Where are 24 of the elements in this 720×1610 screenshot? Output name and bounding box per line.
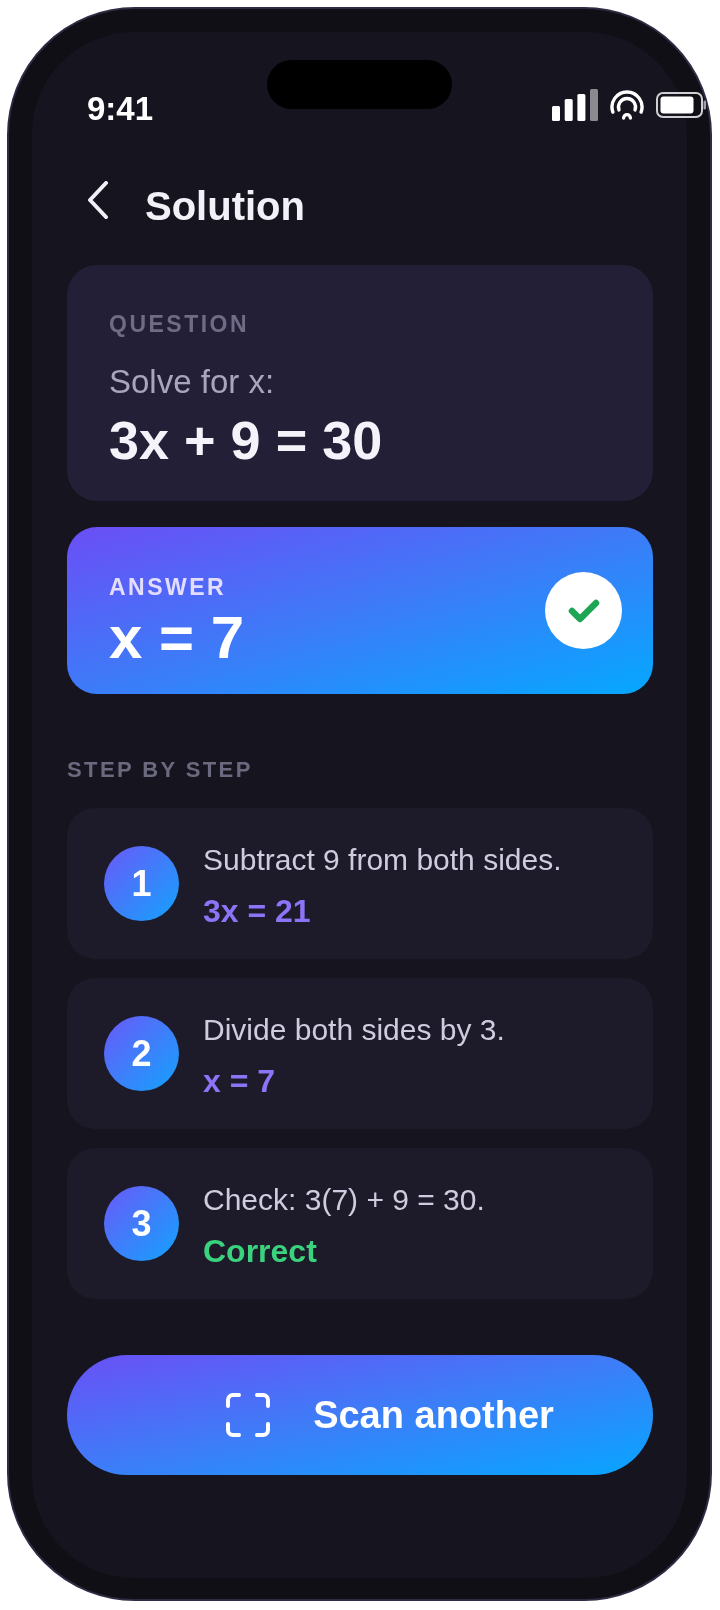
back-button[interactable] [87, 181, 109, 219]
battery-icon [656, 92, 706, 118]
step-instruction: Check: 3(7) + 9 = 30. [203, 1182, 485, 1218]
status-time: 9:41 [87, 89, 154, 129]
scan-frame-icon [226, 1393, 271, 1437]
scan-another-button[interactable]: Scan another [67, 1355, 653, 1475]
step-instruction: Subtract 9 from both sides. [203, 842, 562, 878]
step-number: 2 [104, 1016, 179, 1091]
answer-value: x = 7 [109, 606, 246, 670]
chevron-left-icon [87, 181, 109, 219]
screen-title: Solution [145, 183, 305, 230]
question-equation: 3x + 9 = 30 [109, 410, 384, 470]
step-instruction: Divide both sides by 3. [203, 1012, 505, 1048]
question-label: QUESTION [109, 310, 251, 338]
wifi-icon [609, 90, 645, 120]
step-number: 1 [104, 846, 179, 921]
step-result: x = 7 [203, 1062, 277, 1101]
step-number: 3 [104, 1186, 179, 1261]
step-result: Correct [203, 1232, 318, 1271]
signal-icon [552, 89, 598, 121]
answer-label: ANSWER [109, 573, 228, 601]
question-prompt: Solve for x: [109, 362, 276, 402]
step-result: 3x = 21 [203, 892, 312, 931]
section-heading: STEP BY STEP [67, 756, 254, 784]
